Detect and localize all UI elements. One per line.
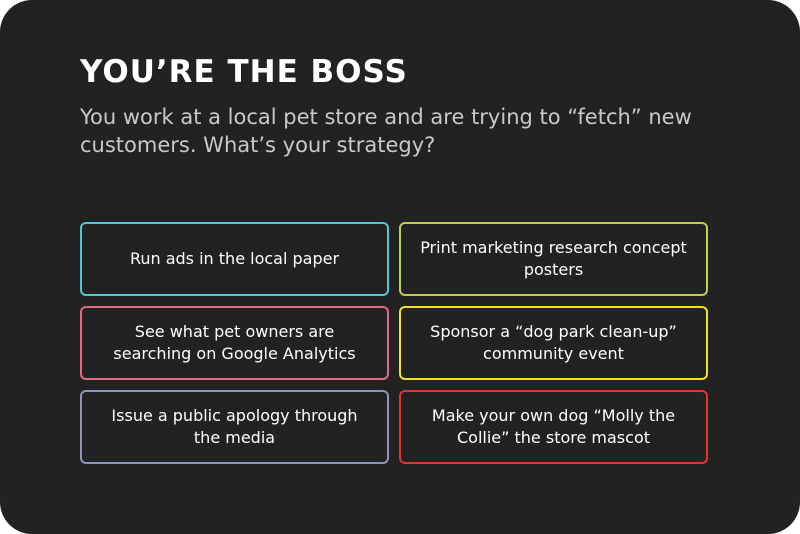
option-label: See what pet owners are searching on Goo… [113,322,356,363]
option-label: Make your own dog “Molly the Collie” the… [431,406,676,447]
option-label: Print marketing research concept posters [420,238,687,279]
quiz-card: YOU’RE THE BOSS You work at a local pet … [0,0,800,534]
quiz-question: You work at a local pet store and are tr… [80,105,692,157]
answer-options: Run ads in the local paper Print marketi… [80,222,708,464]
option-print-posters[interactable]: Print marketing research concept posters [399,222,708,296]
option-run-ads[interactable]: Run ads in the local paper [80,222,389,296]
option-google-analytics[interactable]: See what pet owners are searching on Goo… [80,306,389,380]
option-label: Sponsor a “dog park clean-up” community … [430,322,677,363]
option-store-mascot[interactable]: Make your own dog “Molly the Collie” the… [399,390,708,464]
quiz-title: YOU’RE THE BOSS [80,54,408,90]
option-sponsor-event[interactable]: Sponsor a “dog park clean-up” community … [399,306,708,380]
option-public-apology[interactable]: Issue a public apology through the media [80,390,389,464]
option-label: Run ads in the local paper [129,249,340,268]
option-label: Issue a public apology through the media [111,406,358,447]
